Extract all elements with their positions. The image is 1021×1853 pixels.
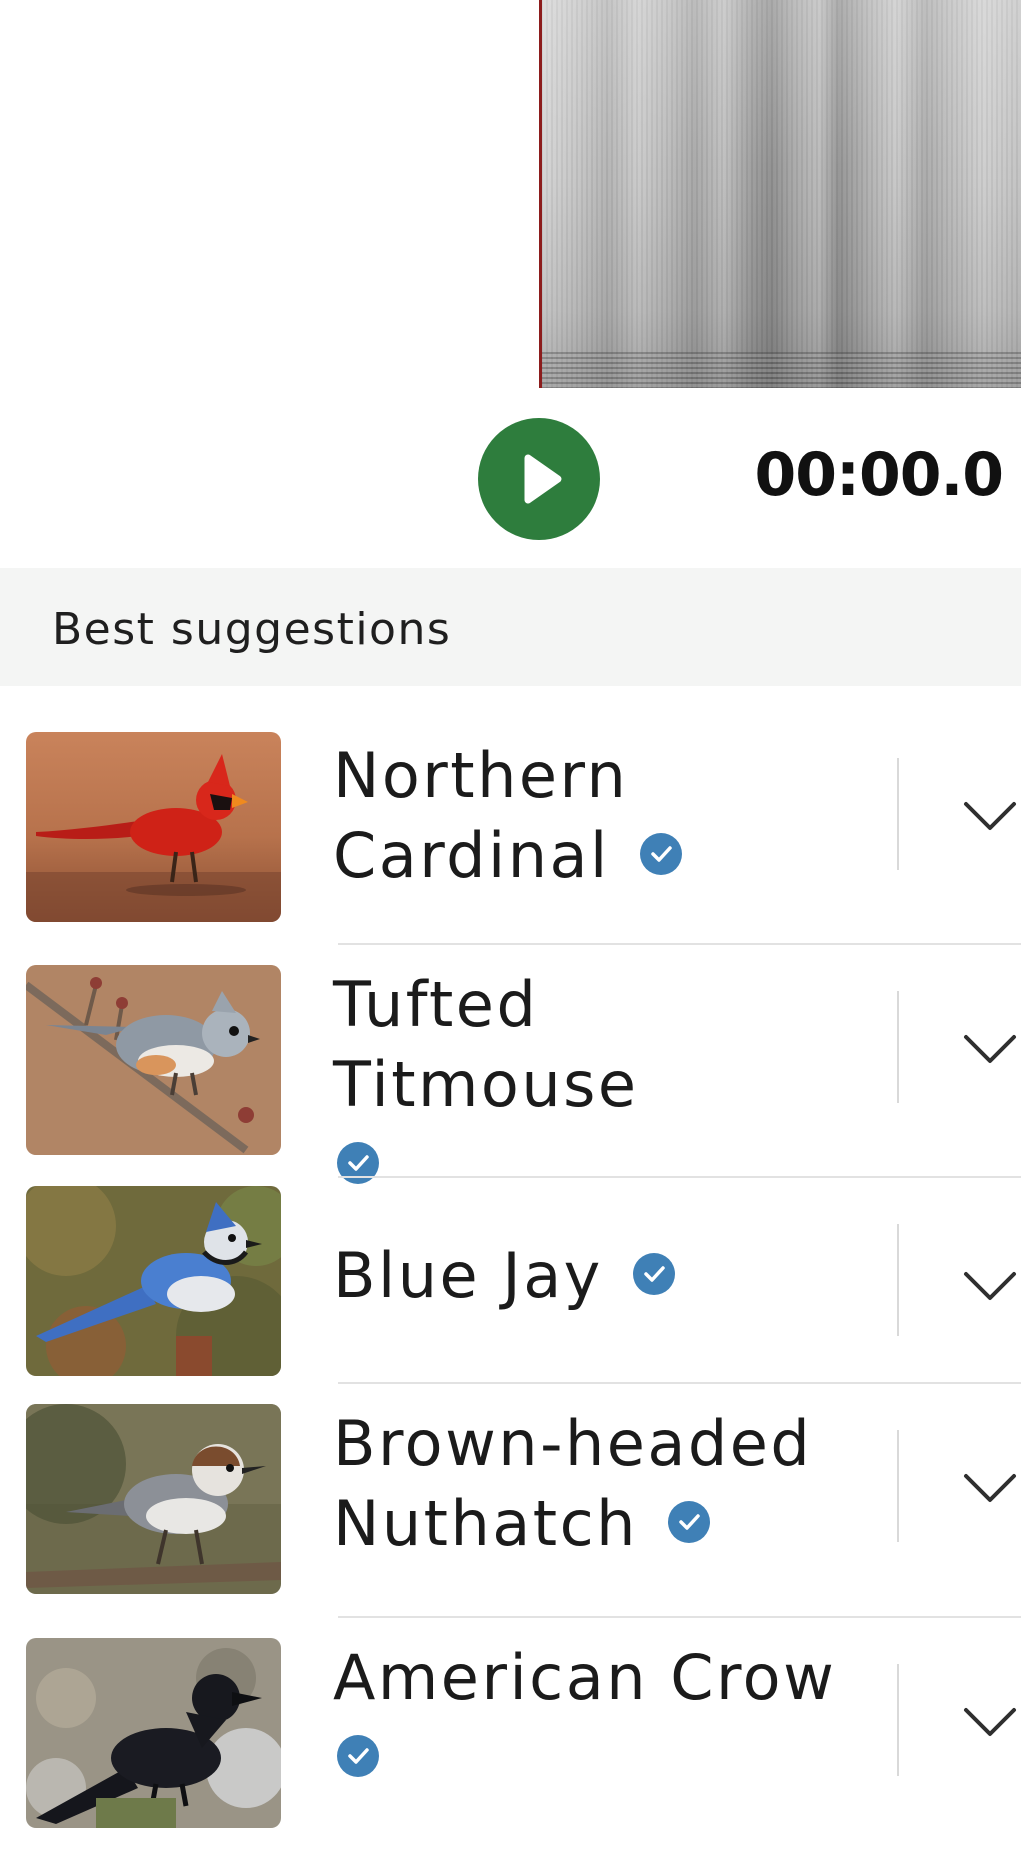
species-name: Brown-headed Nuthatch <box>333 1404 853 1564</box>
expand-button[interactable] <box>960 1266 1020 1306</box>
species-name: American Crow <box>333 1638 853 1798</box>
species-name: Northern Cardinal <box>333 736 853 896</box>
chevron-down-icon <box>964 1474 1016 1502</box>
list-item[interactable]: Tufted Titmouse <box>0 945 1021 1184</box>
chevron-down-icon <box>964 802 1016 830</box>
list-item[interactable]: Blue Jay <box>0 1178 1021 1384</box>
section-title: Best suggestions <box>52 604 452 655</box>
expand-button[interactable] <box>960 796 1020 836</box>
bird-id-results-screen: 00:00.0 Best suggestions Northern Cardin… <box>0 0 1021 1853</box>
spectrogram-panel[interactable] <box>0 0 1021 388</box>
bird-photo <box>26 965 281 1155</box>
verified-check-icon <box>667 1500 710 1543</box>
species-name: Tufted Titmouse <box>333 965 853 1205</box>
list-item[interactable]: Brown-headed Nuthatch <box>0 1384 1021 1618</box>
species-name-line2: Nuthatch <box>333 1487 638 1560</box>
playback-time: 00:00.0 <box>754 440 1004 510</box>
expand-button[interactable] <box>960 1468 1020 1508</box>
species-name-line1: American Crow <box>333 1641 837 1714</box>
verified-check-icon <box>337 1734 379 1777</box>
expand-button[interactable] <box>960 1702 1020 1742</box>
species-name-line1: Tufted Titmouse <box>333 968 639 1121</box>
verified-check-icon <box>632 1252 675 1295</box>
list-item[interactable]: American Crow <box>0 1618 1021 1853</box>
list-item[interactable]: Northern Cardinal <box>0 686 1021 945</box>
bird-photo <box>26 732 281 922</box>
species-name-line1: Northern <box>333 739 629 812</box>
playhead-line[interactable] <box>539 0 542 388</box>
row-separator <box>897 1430 899 1542</box>
bird-photo <box>26 1404 281 1594</box>
chevron-down-icon <box>964 1035 1016 1063</box>
chevron-down-icon <box>964 1272 1016 1300</box>
row-separator <box>897 1224 899 1336</box>
play-button[interactable] <box>478 418 600 540</box>
row-separator <box>897 758 899 870</box>
species-name-line1: Blue Jay <box>333 1239 603 1312</box>
playback-controls: 00:00.0 <box>0 388 1021 568</box>
row-separator <box>897 1664 899 1776</box>
play-icon <box>524 454 562 504</box>
spectrogram-image <box>541 0 1021 388</box>
species-name-line1: Brown-headed <box>333 1407 813 1480</box>
bird-photo <box>26 1638 281 1828</box>
verified-check-icon <box>639 832 682 875</box>
expand-button[interactable] <box>960 1029 1020 1069</box>
species-name-line2: Cardinal <box>333 819 610 892</box>
species-name: Blue Jay <box>333 1236 853 1316</box>
section-header: Best suggestions <box>0 568 1021 686</box>
chevron-down-icon <box>964 1708 1016 1736</box>
row-separator <box>897 991 899 1103</box>
bird-photo <box>26 1186 281 1376</box>
